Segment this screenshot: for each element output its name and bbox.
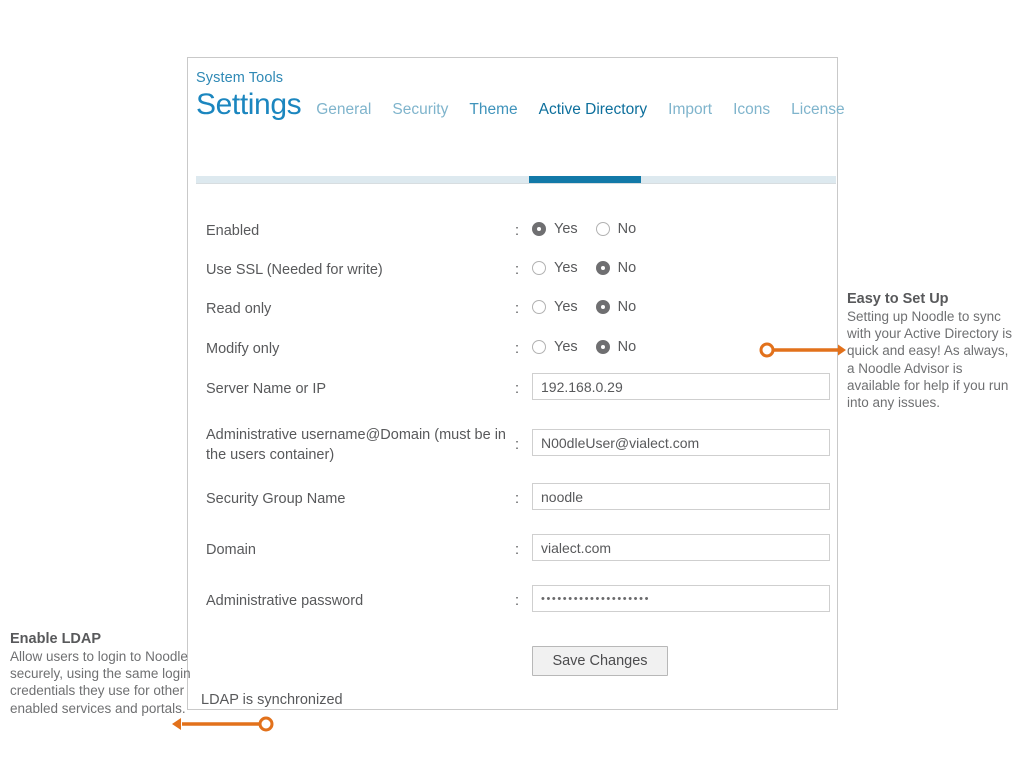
connector-arrow-endpoint-icon	[838, 344, 846, 356]
colon-separator: :	[515, 262, 520, 278]
radio-button-selected-icon[interactable]	[595, 300, 610, 314]
security-group-input[interactable]	[532, 483, 830, 510]
colon-separator: :	[515, 301, 520, 317]
tab-icons[interactable]: Icons	[733, 101, 770, 121]
page-title: Settings	[196, 88, 302, 121]
radio-use-ssl-yes-label: Yes	[554, 260, 578, 276]
radio-button-icon[interactable]	[595, 222, 610, 236]
label-enabled: Enabled	[206, 223, 260, 239]
annotation-left-title: Enable LDAP	[10, 631, 102, 647]
radio-group-read-only: Yes No	[532, 299, 636, 315]
annotation-left-body: Allow users to login to Noodle securely,…	[10, 649, 191, 716]
connector-circle-endpoint-icon	[759, 342, 775, 358]
radio-button-selected-icon[interactable]	[532, 222, 546, 236]
callout-connector-left	[172, 716, 274, 732]
radio-modify-only-yes[interactable]: Yes	[532, 339, 578, 355]
tab-band-divider	[196, 183, 836, 184]
label-admin-username: Administrative username@Domain (must be …	[206, 427, 506, 463]
radio-enabled-no[interactable]: No	[595, 221, 637, 237]
tab-bar: General Security Theme Active Directory …	[316, 101, 844, 121]
tab-general[interactable]: General	[316, 101, 371, 121]
annotation-easy-to-set-up: Easy to Set Up Setting up Noodle to sync…	[847, 291, 1019, 411]
admin-password-input[interactable]	[532, 585, 830, 612]
field-wrap-admin-password	[532, 585, 830, 612]
radio-group-modify-only: Yes No	[532, 339, 636, 355]
tab-theme[interactable]: Theme	[469, 101, 517, 121]
colon-separator: :	[515, 341, 520, 357]
label-admin-password: Administrative password	[206, 593, 364, 609]
radio-read-only-yes-label: Yes	[554, 299, 578, 315]
radio-button-icon[interactable]	[532, 261, 546, 275]
radio-modify-only-yes-label: Yes	[554, 339, 578, 355]
field-wrap-domain	[532, 534, 830, 561]
label-security-group: Security Group Name	[206, 491, 346, 507]
domain-input[interactable]	[532, 534, 830, 561]
connector-arrow-endpoint-icon	[172, 718, 181, 730]
radio-read-only-yes[interactable]: Yes	[532, 299, 578, 315]
radio-enabled-yes-label: Yes	[554, 221, 578, 237]
field-wrap-security-group	[532, 483, 830, 510]
label-domain: Domain	[206, 542, 256, 558]
breadcrumb: System Tools	[196, 70, 284, 86]
ldap-status-text: LDAP is synchronized	[201, 692, 343, 708]
radio-enabled-yes[interactable]: Yes	[532, 221, 578, 237]
callout-connector-right	[759, 342, 846, 358]
save-button-wrap: Save Changes	[532, 646, 668, 676]
radio-enabled-no-label: No	[617, 221, 637, 237]
admin-username-input[interactable]	[532, 429, 830, 456]
colon-separator: :	[515, 223, 520, 239]
label-read-only: Read only	[206, 301, 272, 317]
radio-read-only-no-label: No	[617, 299, 637, 315]
radio-button-icon[interactable]	[532, 340, 546, 354]
tab-active-directory[interactable]: Active Directory	[539, 101, 648, 121]
annotation-right-body: Setting up Noodle to sync with your Acti…	[847, 309, 1013, 411]
radio-button-icon[interactable]	[532, 300, 546, 314]
label-modify-only: Modify only	[206, 341, 280, 357]
radio-group-use-ssl: Yes No	[532, 260, 636, 276]
field-wrap-admin-username	[532, 429, 830, 456]
radio-use-ssl-no-label: No	[617, 260, 637, 276]
server-name-input[interactable]	[532, 373, 830, 400]
radio-group-enabled: Yes No	[532, 221, 636, 237]
label-use-ssl: Use SSL (Needed for write)	[206, 262, 383, 278]
panel-header: System Tools Settings General Security T…	[188, 58, 845, 121]
save-changes-button[interactable]: Save Changes	[532, 646, 668, 676]
colon-separator: :	[515, 437, 520, 453]
annotation-right-title: Easy to Set Up	[847, 291, 949, 307]
radio-modify-only-no[interactable]: No	[595, 339, 637, 355]
tab-license[interactable]: License	[791, 101, 844, 121]
radio-button-selected-icon[interactable]	[595, 261, 610, 275]
radio-use-ssl-no[interactable]: No	[595, 260, 637, 276]
tab-import[interactable]: Import	[668, 101, 712, 121]
colon-separator: :	[515, 542, 520, 558]
radio-read-only-no[interactable]: No	[595, 299, 637, 315]
settings-panel: System Tools Settings General Security T…	[187, 57, 845, 710]
title-and-tabs-row: Settings General Security Theme Active D…	[196, 88, 845, 121]
radio-button-selected-icon[interactable]	[595, 340, 610, 354]
tab-security[interactable]: Security	[392, 101, 448, 121]
connector-circle-endpoint-icon	[258, 716, 274, 732]
colon-separator: :	[515, 381, 520, 397]
annotation-enable-ldap: Enable LDAP Allow users to login to Nood…	[10, 631, 195, 717]
label-server-name: Server Name or IP	[206, 381, 327, 397]
field-wrap-server-name	[532, 373, 830, 400]
tab-band	[196, 176, 836, 183]
colon-separator: :	[515, 491, 520, 507]
radio-modify-only-no-label: No	[617, 339, 637, 355]
active-tab-underline	[529, 176, 641, 183]
colon-separator: :	[515, 593, 520, 609]
radio-use-ssl-yes[interactable]: Yes	[532, 260, 578, 276]
